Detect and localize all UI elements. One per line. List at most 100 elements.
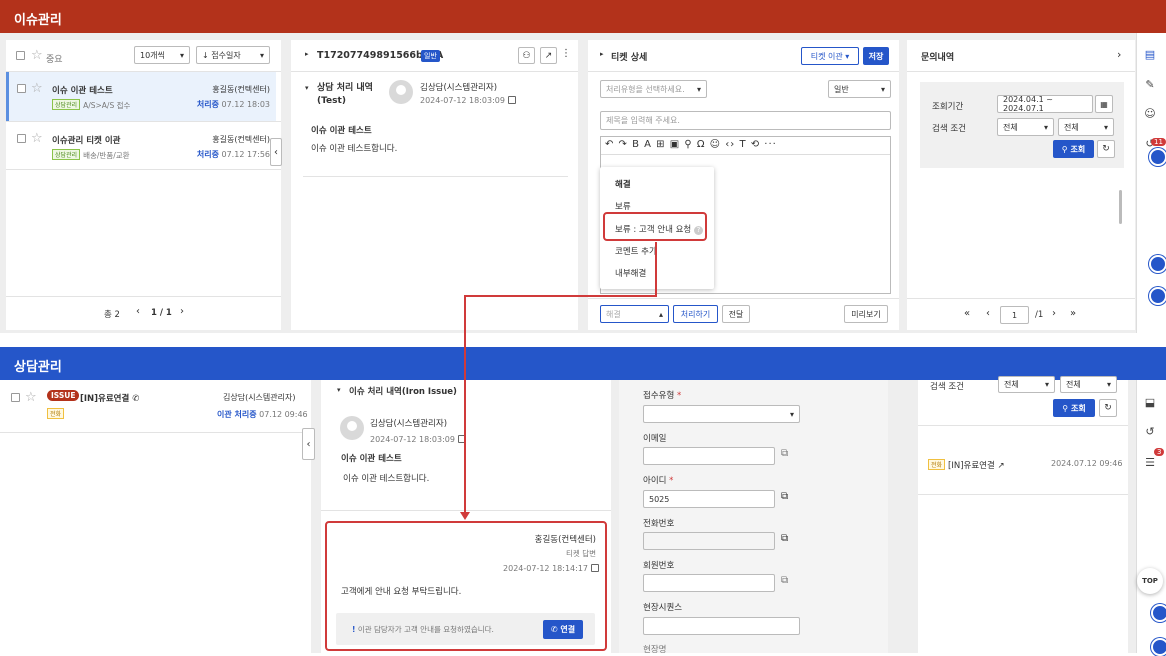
collapse-icon[interactable]: ▾ (337, 386, 341, 394)
condition-select-1[interactable]: 전체 ▾ (998, 376, 1055, 393)
refresh-icon[interactable]: ↻ (1099, 399, 1117, 417)
copy-icon[interactable]: ⧉ (781, 448, 788, 459)
condition-select-2[interactable]: 전체 ▾ (1058, 118, 1114, 136)
menu-item-comment[interactable]: 코멘트 추가 (615, 245, 657, 257)
item-owner: 홍길동(컨텍센터) (212, 85, 270, 94)
collapse-icon[interactable]: ▾ (305, 84, 309, 92)
row-checkbox[interactable] (17, 134, 26, 143)
prev-page-icon[interactable]: ‹ (986, 308, 990, 319)
copy-icon[interactable] (457, 435, 466, 443)
list-item[interactable]: ☆ 이슈 이관 테스트 상담관리 A/S>A/S 접수 홍길동(컨텍센터) 처리중… (6, 72, 276, 121)
calendar-icon[interactable]: ▦ (1095, 95, 1113, 113)
collapse-left-button[interactable]: ‹ (302, 428, 315, 460)
notes-fab-icon[interactable] (1149, 148, 1166, 166)
history-item[interactable]: 전화 [IN]유료연결 ↗ (928, 459, 1005, 471)
history-item-date: 2024.07.12 09:46 (1051, 459, 1123, 468)
chat-fab-icon[interactable] (1151, 604, 1166, 622)
counsel-title: [IN]유료연결 ✆ (80, 394, 140, 404)
page-size-select[interactable]: 10개씩 ▾ (134, 46, 190, 64)
issue-management-header: 이슈관리 (0, 0, 1166, 33)
general-select[interactable]: 일반 ▾ (828, 80, 891, 98)
chat-icon[interactable]: ☺ (1143, 107, 1157, 120)
field-label: 회원번호 (643, 561, 675, 571)
menu-item-internal[interactable]: 내부해결 (615, 267, 646, 279)
section-title: 상담 처리 내역 (Test) (317, 83, 373, 106)
email-field[interactable] (643, 447, 775, 465)
counsel-list-panel: ☆ ISSUE [IN]유료연결 ✆ 전화 김상담(시스템관리자) 이관 처리중… (0, 380, 315, 653)
list-item[interactable]: ☆ 이슈관리 티켓 이관 상담관리 배송/반품/교환 홍길동(컨텍센터) 처리중 … (6, 122, 276, 169)
highlight-box (325, 521, 607, 651)
ticket-panel: ▸ T17207749891566bUFA 일반 ⚇ ↗ ⋮ ▾ 상담 처리 내… (291, 40, 578, 330)
search-button[interactable]: ⚲ 조회 (1053, 140, 1094, 158)
title-input[interactable]: 제목을 입력해 주세요. (600, 111, 891, 130)
refresh-icon[interactable]: ↻ (1097, 140, 1115, 158)
preview-button[interactable]: 미리보기 (844, 305, 888, 323)
expand-icon[interactable]: ▸ (600, 50, 604, 58)
pagination: 1 / 1 (151, 308, 172, 318)
menu-item-hold[interactable]: 보류 (615, 200, 631, 212)
phone-fab-icon[interactable] (1151, 638, 1166, 656)
sort-select[interactable]: ↓ 접수일자 ▾ (196, 46, 270, 64)
star-icon[interactable]: ☆ (25, 391, 37, 404)
copy-icon[interactable]: ⧉ (781, 491, 788, 502)
condition-select-2[interactable]: 전체 ▾ (1060, 376, 1117, 393)
copy-icon[interactable]: ⧉ (781, 575, 788, 586)
period-input[interactable]: 2024.04.1 ~ 2024.07.1 (997, 95, 1093, 113)
condition-select-1[interactable]: 전체 ▾ (997, 118, 1054, 136)
phone-icon: ✆ (132, 394, 140, 404)
more-icon[interactable]: ⋮ (561, 48, 571, 59)
scroll-top-button[interactable]: TOP (1137, 568, 1163, 594)
star-icon[interactable]: ☆ (31, 132, 43, 145)
process-type-select[interactable]: 처리유형을 선택하세요. ▾ (600, 80, 707, 98)
first-page-icon[interactable]: « (964, 308, 970, 319)
author-name: 김상담(시스템관리자) (420, 83, 498, 93)
prev-page-icon[interactable]: ‹ (136, 306, 140, 317)
expand-icon[interactable]: ▸ (305, 50, 309, 58)
copy-icon[interactable]: ⧉ (781, 533, 788, 544)
phone-field[interactable] (643, 532, 775, 550)
author-name: 김상담(시스템관리자) (370, 419, 448, 429)
star-icon[interactable]: ☆ (31, 82, 43, 95)
favorites-label: 중요 (46, 55, 63, 65)
chat-fab-icon[interactable] (1149, 255, 1166, 273)
magic-icon[interactable]: ✎ (1143, 78, 1157, 91)
notes-icon[interactable]: ☰ (1143, 456, 1157, 469)
process-button[interactable]: 처리하기 (673, 305, 718, 323)
forward-button[interactable]: 전달 (722, 305, 750, 323)
type-select[interactable]: ▾ (643, 405, 800, 423)
page-input[interactable]: 1 (1000, 306, 1029, 324)
id-field[interactable]: 5025 (643, 490, 775, 508)
status-select[interactable]: 해결 ▴ (600, 305, 669, 323)
period-label: 조회기간 (932, 102, 964, 112)
avatar (340, 416, 364, 440)
ticket-transfer-button[interactable]: 티켓 이관 ▾ (801, 47, 859, 65)
row-checkbox[interactable] (11, 393, 20, 402)
open-new-icon[interactable]: ↗ (540, 47, 557, 64)
timestamp: 2024-07-12 18:03:09 (420, 96, 516, 105)
menu-item-resolve[interactable]: 해결 (615, 178, 631, 190)
member-field[interactable] (643, 574, 775, 592)
site-seq-field[interactable] (643, 617, 800, 635)
last-page-icon[interactable]: » (1070, 308, 1076, 319)
phone-fab-icon[interactable] (1149, 287, 1166, 305)
collapse-left-button[interactable]: ‹ (270, 138, 282, 166)
next-page-icon[interactable]: › (180, 306, 184, 317)
scrollbar[interactable] (1119, 190, 1122, 224)
download-icon[interactable]: ⬓ (1143, 396, 1157, 409)
star-icon[interactable]: ☆ (31, 49, 43, 62)
save-button[interactable]: 저장 (863, 47, 889, 65)
history-icon[interactable]: ↺ (1143, 425, 1157, 438)
chevron-right-icon[interactable]: › (1117, 48, 1121, 61)
field-label: 현장명 (643, 645, 667, 655)
assign-user-icon[interactable]: ⚇ (518, 47, 535, 64)
search-button[interactable]: ⚲ 조회 (1053, 399, 1095, 417)
row-checkbox[interactable] (17, 84, 26, 93)
counsel-tag: 전화 (47, 408, 67, 420)
editor-toolbar[interactable]: ↶ ↷ B A ⊞ ▣ ⚲ Ω ☺ ‹› T ⟲ ··· (601, 137, 890, 155)
next-page-icon[interactable]: › (1052, 308, 1056, 319)
select-all-checkbox[interactable] (16, 51, 25, 60)
issue-list-panel: ☆ 중요 10개씩 ▾ ↓ 접수일자 ▾ ☆ 이슈 이관 테스트 상담관리 A/S>A… (6, 40, 282, 330)
item-owner: 홍길동(컨텍센터) (212, 135, 270, 144)
document-icon[interactable]: ▤ (1143, 48, 1157, 61)
copy-icon[interactable] (507, 96, 516, 104)
